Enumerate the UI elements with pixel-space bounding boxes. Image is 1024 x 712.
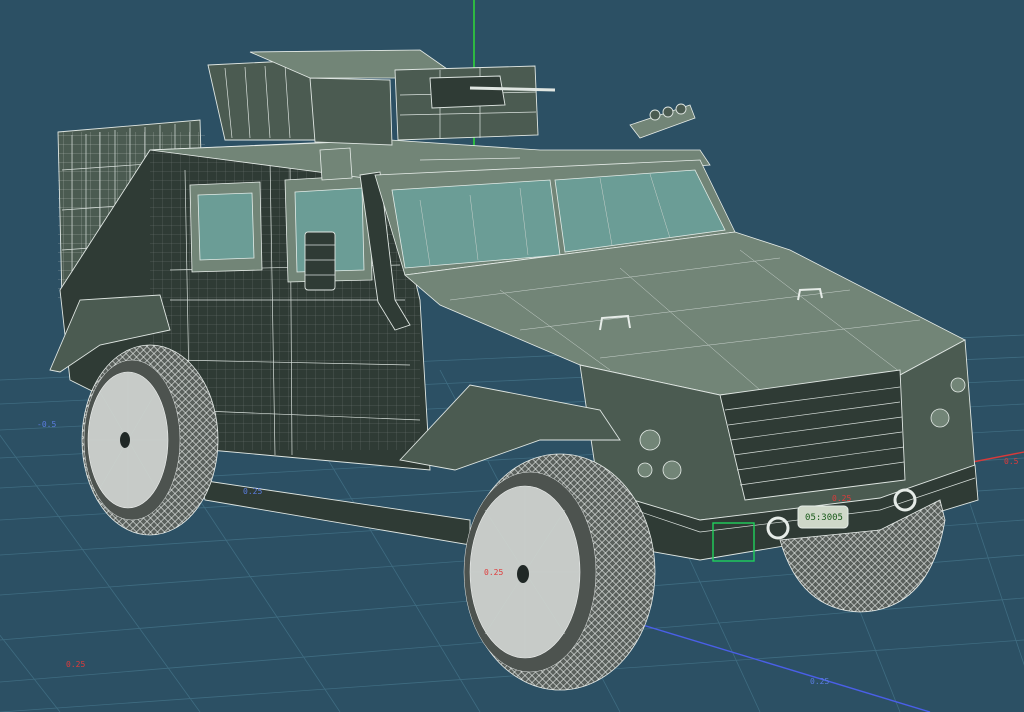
grid-label: 0.5 — [1004, 457, 1019, 466]
headlight-left-lower — [662, 460, 682, 480]
license-plate-text: 05:3005 — [805, 513, 843, 523]
3d-viewport[interactable]: -0.5 0.25 0.25 0.25 0.25 0.25 0.5 05:300… — [0, 0, 1024, 712]
indicator-left — [637, 462, 653, 478]
headlight-right-upper — [930, 408, 950, 428]
grid-label: -0.5 — [37, 420, 57, 429]
grid-label: 0.25 — [832, 494, 852, 503]
gun-mount[interactable] — [429, 75, 506, 109]
running-board — [199, 479, 471, 546]
grid-label: 0.25 — [66, 660, 86, 669]
rear-wheel[interactable] — [81, 344, 219, 536]
grid-label: 0.25 — [810, 677, 830, 686]
mounted-gun-barrel[interactable] — [469, 86, 556, 92]
side-mirror[interactable] — [304, 231, 336, 291]
grid-label: 0.25 — [243, 487, 263, 496]
headlight-right-lower — [950, 377, 966, 393]
grid-label: 0.25 — [484, 568, 504, 577]
scene-canvas[interactable] — [0, 0, 1024, 712]
vehicle-model[interactable] — [49, 49, 979, 691]
rear-side-window — [197, 192, 255, 261]
headlight-left-upper — [639, 429, 661, 451]
